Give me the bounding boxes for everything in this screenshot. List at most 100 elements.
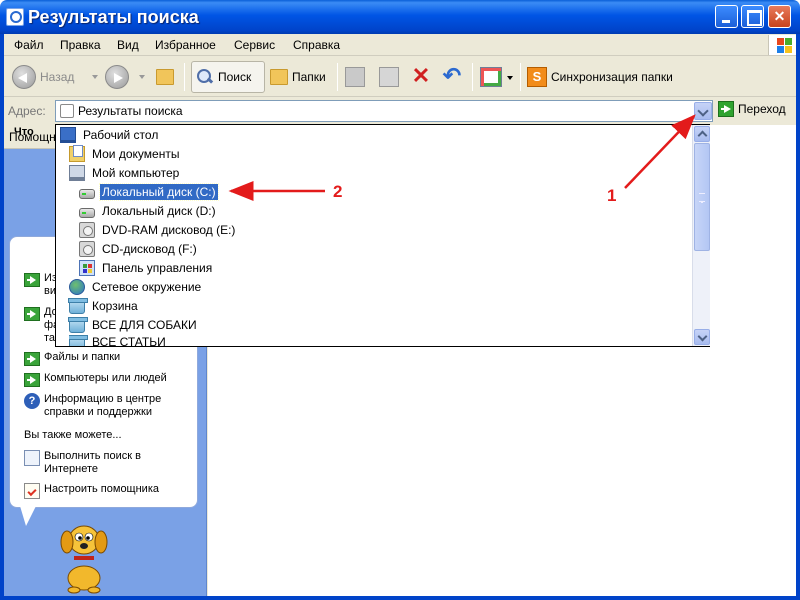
assistant-option[interactable]: Из ви — [24, 272, 57, 298]
assistant-option-help[interactable]: ? Информацию в центре справки и поддержк… — [24, 393, 161, 419]
green-arrow-icon — [24, 352, 40, 366]
back-button[interactable]: Назад — [12, 61, 99, 93]
views-icon[interactable] — [480, 67, 502, 87]
menu-file[interactable]: Файл — [14, 38, 44, 52]
option-text: Выполнить поиск в — [44, 450, 141, 462]
dropdown-item-dvd-e[interactable]: DVD-RAM дисковод (E:) — [79, 221, 237, 239]
folders-icon — [270, 69, 288, 85]
move-to-icon[interactable] — [345, 67, 365, 87]
disk-icon — [79, 189, 95, 199]
go-button[interactable]: Переход — [718, 101, 786, 117]
dropdown-item-articles-folder[interactable]: ВСЕ СТАТЬИ — [69, 335, 168, 346]
help-icon: ? — [24, 393, 40, 409]
search-label: Поиск — [218, 70, 252, 84]
dropdown-item-label: Локальный диск (C:) — [99, 183, 219, 201]
sync-icon: S — [527, 67, 547, 87]
assistant-option-computers[interactable]: Компьютеры или людей — [24, 372, 167, 387]
search-results-icon — [60, 104, 74, 118]
toolbar-separator — [184, 63, 185, 91]
green-arrow-icon — [24, 307, 40, 321]
search-dog-icon[interactable] — [54, 518, 114, 594]
web-search-icon — [24, 450, 40, 466]
folders-button[interactable]: Папки — [270, 61, 326, 93]
dropdown-item-label: Локальный диск (D:) — [102, 204, 216, 218]
assistant-option-web-search[interactable]: Выполнить поиск в Интернете — [24, 450, 141, 476]
forward-arrow-icon — [105, 65, 129, 89]
search-button[interactable]: Поиск — [191, 61, 265, 93]
sync-label: Синхронизация папки — [551, 70, 673, 84]
also-can-label: Вы также можете... — [24, 429, 122, 441]
title-bar[interactable]: Результаты поиска ✕ — [0, 0, 800, 34]
dropdown-item-control-panel[interactable]: Панель управления — [79, 259, 214, 277]
documents-icon — [69, 145, 85, 162]
windows-logo-icon — [768, 35, 796, 55]
scroll-up-button[interactable] — [694, 126, 710, 142]
dropdown-item-label: Панель управления — [102, 261, 213, 275]
dropdown-item-desktop[interactable]: Рабочий стол — [60, 126, 160, 144]
minimize-button[interactable] — [715, 5, 738, 28]
dropdown-item-label: ВСЕ ДЛЯ СОБАКИ — [92, 318, 197, 332]
dropdown-item-recycle-bin[interactable]: Корзина — [68, 297, 140, 315]
address-input[interactable]: Результаты поиска — [55, 100, 713, 122]
dropdown-item-disk-d[interactable]: Локальный диск (D:) — [79, 202, 218, 220]
option-text: справки и поддержки — [44, 406, 152, 418]
dropdown-item-label: Рабочий стол — [83, 128, 159, 142]
option-text: Интернете — [44, 463, 98, 475]
option-text: Компьютеры или людей — [44, 372, 167, 384]
control-panel-icon — [79, 260, 95, 276]
dropdown-item-label: Сетевое окружение — [92, 280, 202, 294]
delete-icon[interactable]: ✕ — [411, 65, 431, 87]
back-arrow-icon — [12, 65, 36, 89]
assistant-option-files[interactable]: Файлы и папки — [24, 351, 120, 366]
up-folder-button[interactable] — [156, 61, 174, 93]
scroll-thumb[interactable] — [694, 143, 710, 251]
go-label: Переход — [738, 102, 786, 116]
address-value: Результаты поиска — [78, 104, 183, 118]
dropdown-item-my-documents[interactable]: Мои документы — [69, 145, 181, 163]
folder-icon — [69, 335, 88, 346]
back-dropdown-icon[interactable] — [92, 75, 99, 79]
option-text: Настроить помощника — [44, 483, 160, 495]
desktop-icon — [60, 127, 76, 143]
assistant-option[interactable]: До фа та — [24, 306, 59, 345]
dropdown-item-label: DVD-RAM дисковод (E:) — [102, 223, 236, 237]
search-icon — [196, 68, 214, 86]
close-button[interactable]: ✕ — [768, 5, 791, 28]
address-dropdown-button[interactable] — [694, 102, 712, 120]
forward-button[interactable] — [105, 61, 145, 93]
scroll-down-button[interactable] — [694, 329, 710, 345]
computer-icon — [69, 165, 85, 181]
undo-icon[interactable]: ↶ — [442, 65, 462, 87]
dropdown-item-dog-folder[interactable]: ВСЕ ДЛЯ СОБАКИ — [68, 316, 199, 334]
back-label: Назад — [40, 70, 75, 84]
toolbar-separator — [520, 63, 521, 91]
menu-favorites[interactable]: Избранное — [155, 38, 216, 52]
option-text: Информацию в центре — [44, 393, 162, 405]
dropdown-item-cd-f[interactable]: CD-дисковод (F:) — [79, 240, 199, 258]
views-dropdown-icon[interactable] — [507, 76, 513, 80]
go-arrow-icon — [718, 101, 734, 117]
assistant-title: Что в — [14, 126, 34, 138]
recycle-bin-icon — [68, 298, 88, 314]
dropdown-item-my-computer[interactable]: Мой компьютер — [69, 164, 181, 182]
menu-view[interactable]: Вид — [117, 38, 139, 52]
forward-dropdown-icon[interactable] — [139, 75, 145, 79]
option-text: Файлы и папки — [44, 351, 121, 363]
maximize-button[interactable] — [741, 5, 764, 28]
green-arrow-icon — [24, 373, 40, 387]
menu-tools[interactable]: Сервис — [234, 38, 275, 52]
dropdown-item-label: CD-дисковод (F:) — [102, 242, 197, 256]
dropdown-scrollbar[interactable] — [692, 125, 710, 346]
assistant-option-customize[interactable]: Настроить помощника — [24, 483, 159, 499]
network-icon — [69, 279, 85, 295]
dropdown-item-disk-c[interactable]: Локальный диск (C:) — [79, 183, 219, 201]
folder-icon — [68, 317, 88, 333]
dropdown-item-label: Корзина — [92, 299, 138, 313]
copy-to-icon[interactable] — [379, 67, 399, 87]
menu-edit[interactable]: Правка — [60, 38, 101, 52]
sync-folder-button[interactable]: S Синхронизация папки — [527, 61, 673, 93]
menu-help[interactable]: Справка — [293, 38, 340, 52]
toolbar-separator — [337, 63, 338, 91]
dropdown-item-network[interactable]: Сетевое окружение — [69, 278, 203, 296]
address-label: Адрес: — [8, 104, 46, 118]
